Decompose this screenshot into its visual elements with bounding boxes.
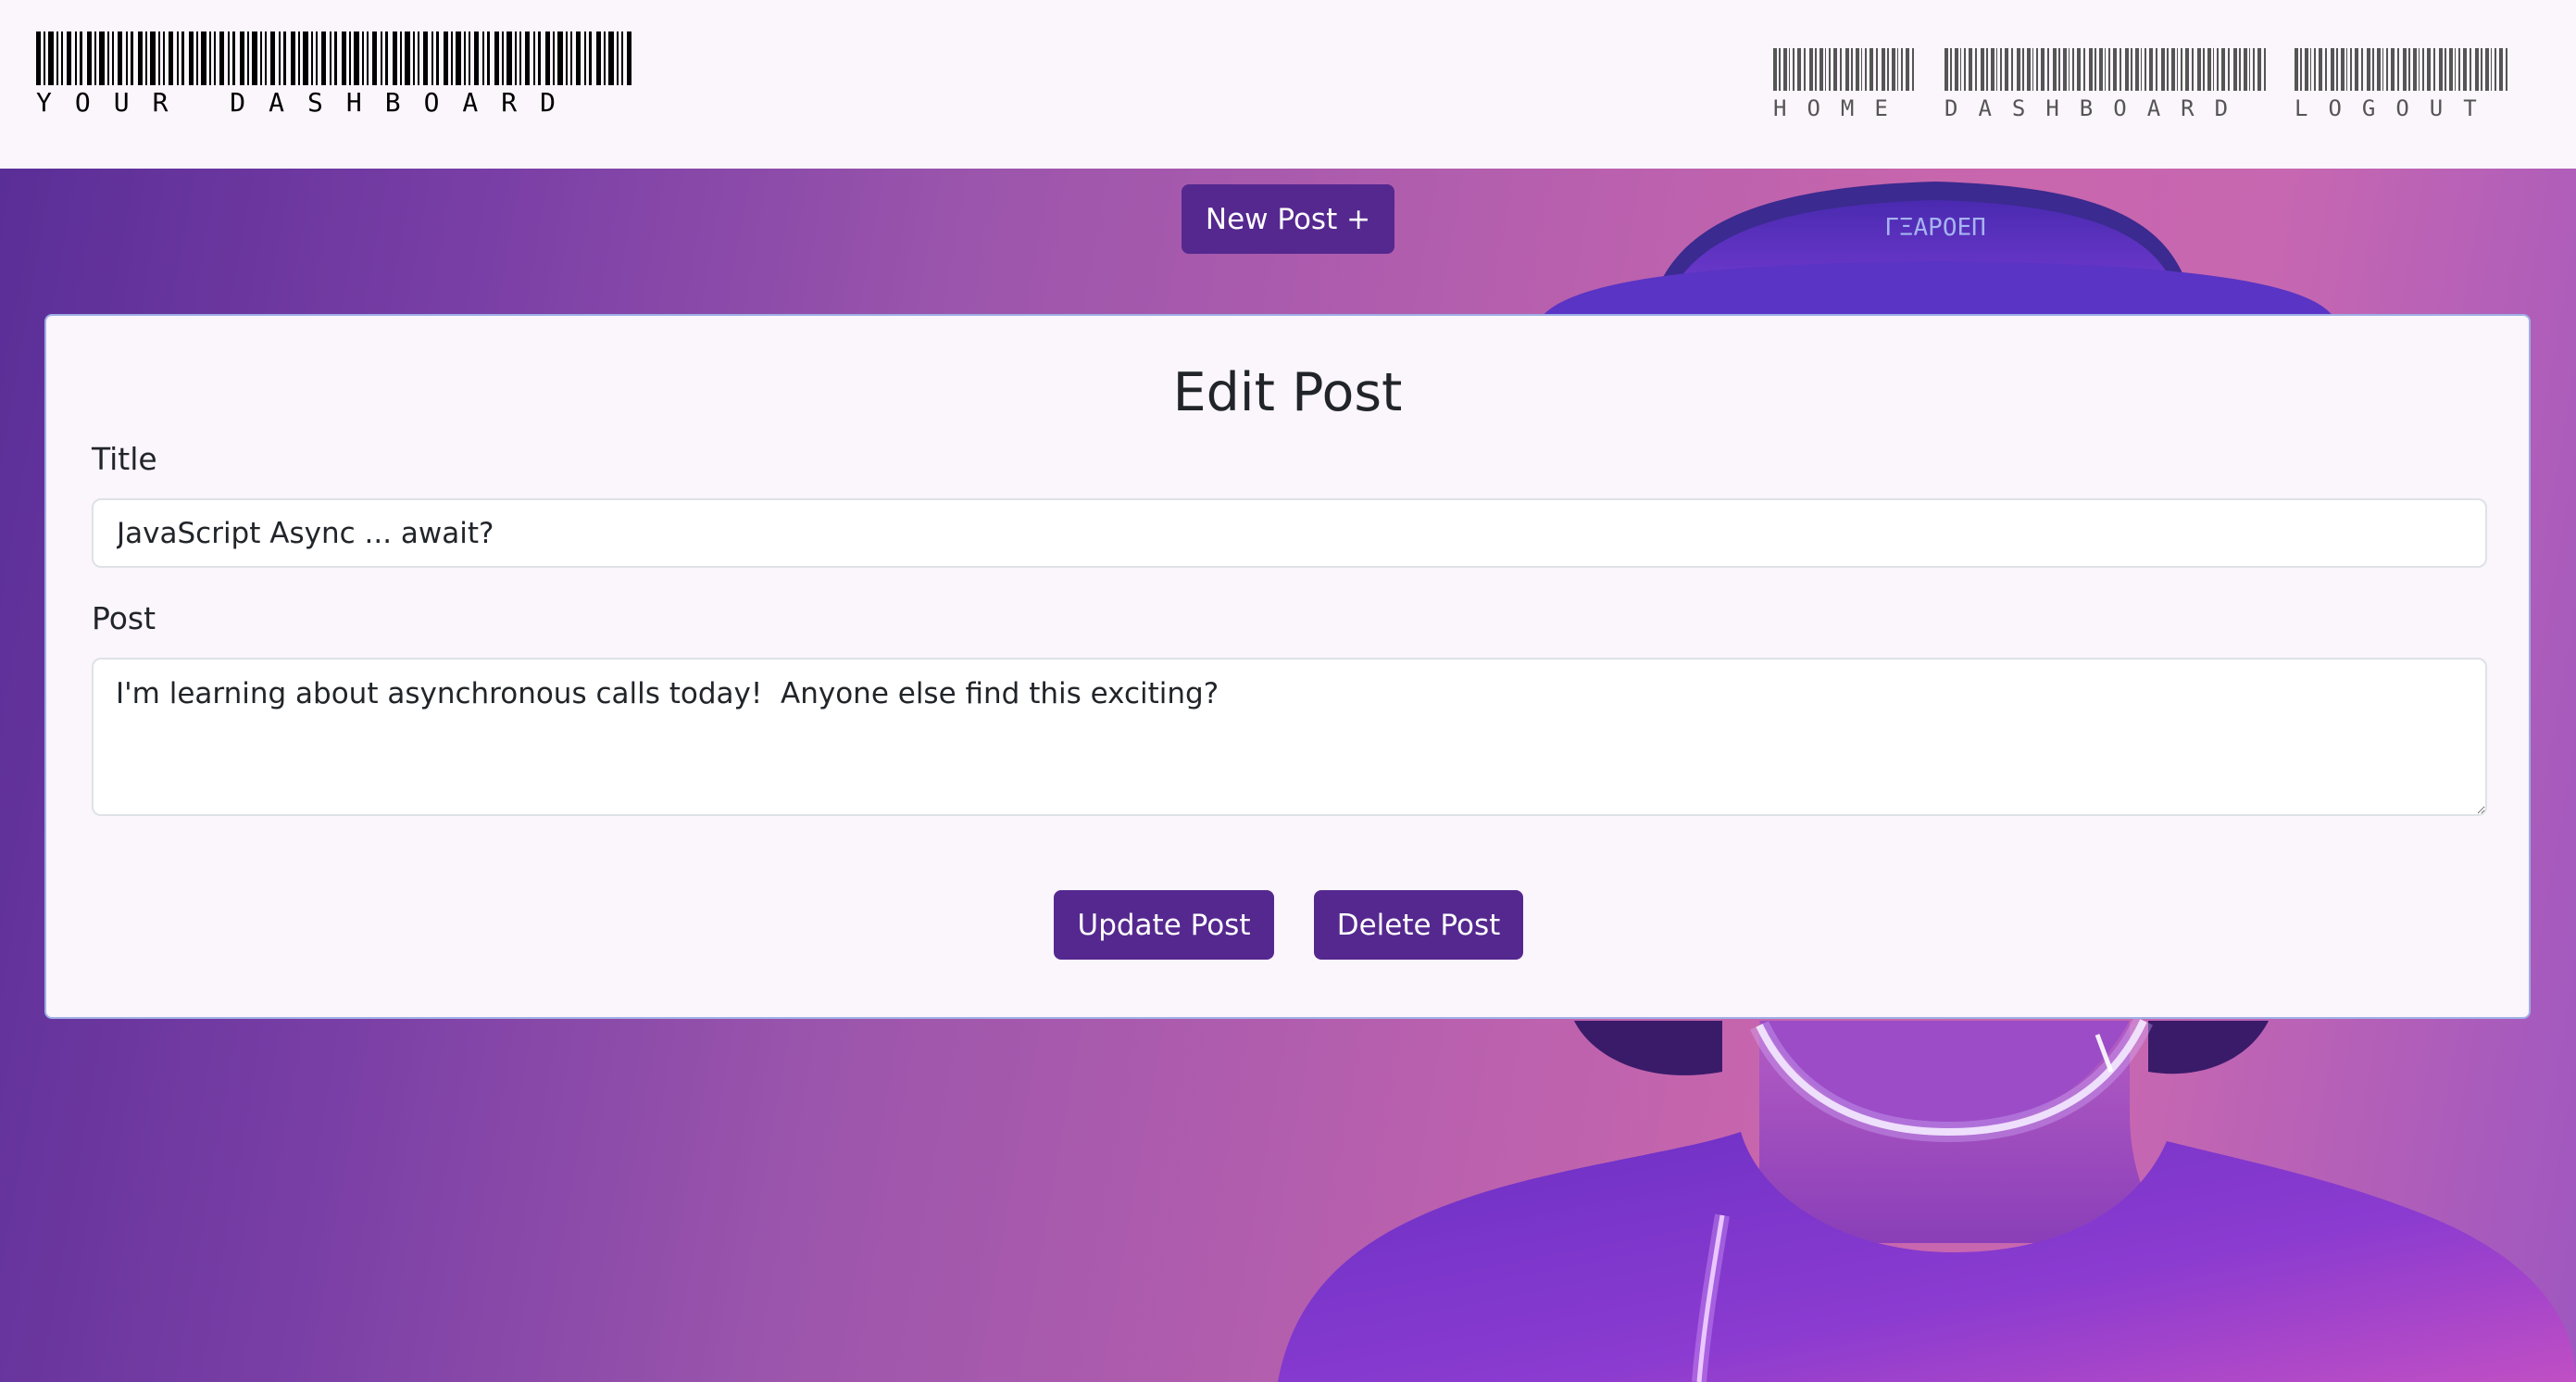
nav-home-label: HOME (1773, 95, 1908, 121)
site-header: YOUR DASHBOARD HOME DASHBOARD LOGOUT (0, 0, 2576, 169)
headband-text: ΓΞΑΡΟΕΠ (1884, 214, 1986, 242)
post-textarea[interactable]: I'm learning about asynchronous calls to… (92, 658, 2487, 816)
edit-post-card: Edit Post Title Post I'm learning about … (44, 314, 2531, 1019)
logo-barcode-icon (36, 31, 633, 85)
nav-dashboard-link[interactable]: DASHBOARD (1945, 48, 2267, 120)
nav-logout-link[interactable]: LOGOUT (2295, 48, 2509, 120)
update-post-button[interactable]: Update Post (1054, 890, 1274, 960)
title-input[interactable] (92, 498, 2487, 568)
new-post-button[interactable]: New Post + (1182, 184, 1394, 254)
logo-text: YOUR DASHBOARD (36, 87, 580, 118)
page-title: Edit Post (1172, 362, 1403, 423)
title-label: Title (92, 441, 157, 477)
delete-post-button[interactable]: Delete Post (1314, 890, 1523, 960)
dashboard-barcode-icon (1945, 48, 2267, 91)
nav-logout-label: LOGOUT (2295, 95, 2497, 121)
site-logo[interactable]: YOUR DASHBOARD (36, 31, 636, 117)
nav-home-link[interactable]: HOME (1773, 48, 1918, 120)
nav-dashboard-label: DASHBOARD (1945, 95, 2249, 121)
post-label: Post (92, 600, 156, 636)
home-barcode-icon (1773, 48, 1918, 91)
logout-barcode-icon (2295, 48, 2509, 91)
